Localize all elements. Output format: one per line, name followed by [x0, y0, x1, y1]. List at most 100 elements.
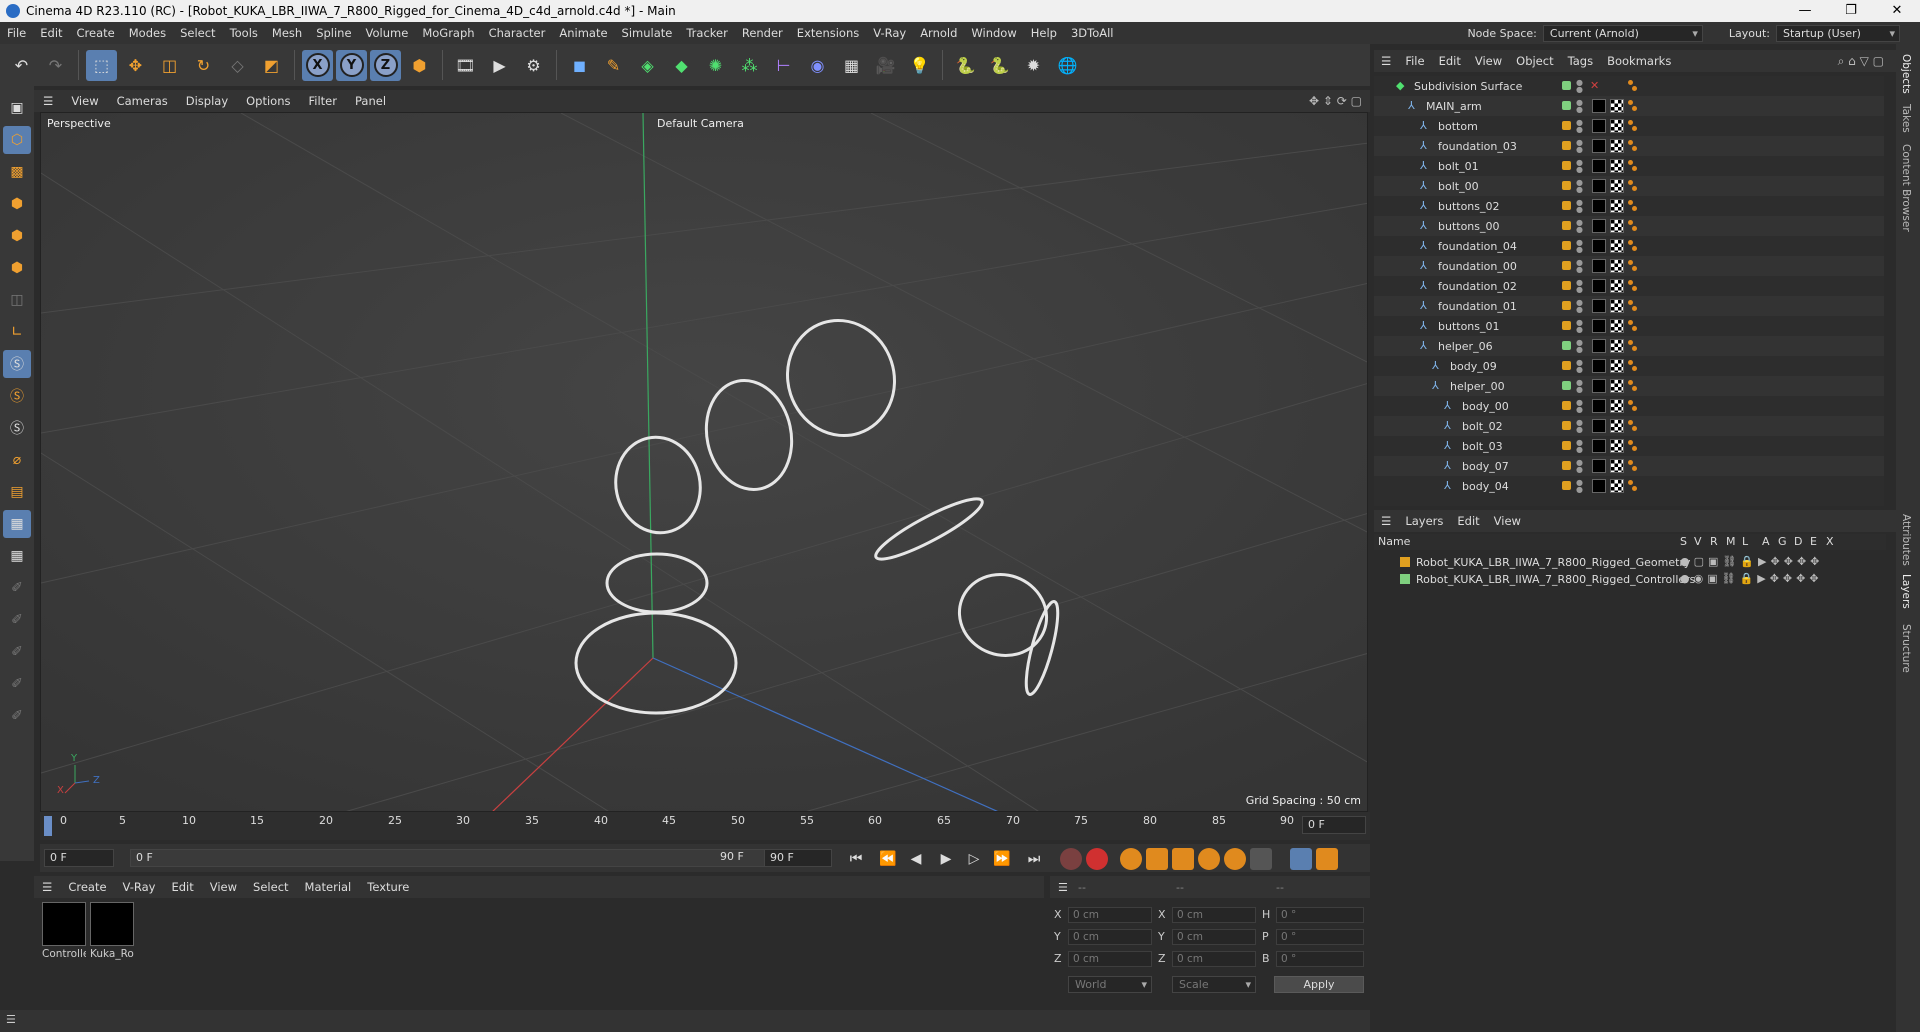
object-menu-tags[interactable]: Tags [1561, 54, 1600, 68]
uvw-tag-icon[interactable] [1610, 339, 1624, 353]
size-mode-dropdown[interactable]: Scale [1172, 976, 1256, 993]
paint-icon[interactable]: ✐ [3, 574, 31, 602]
menu-simulate[interactable]: Simulate [615, 26, 680, 40]
object-row[interactable]: ⅄ bolt_00 ● ● [1374, 176, 1884, 196]
playhead[interactable] [44, 816, 52, 836]
visibility-dots-icon[interactable]: ● ● [1576, 319, 1583, 334]
material-tag-icon[interactable] [1592, 379, 1606, 393]
field-icon[interactable]: ◉ [802, 50, 833, 81]
layers-hamburger-icon[interactable]: ☰ [1374, 514, 1398, 528]
layers-menu-view[interactable]: View [1487, 514, 1528, 528]
layer-toggle-icons[interactable]: ●▢▣⛓🔒▶✥✥✥✥ [1680, 555, 1823, 568]
menu-mograph[interactable]: MoGraph [415, 26, 481, 40]
layout-dropdown[interactable]: Startup (User) [1776, 24, 1900, 42]
magnet-icon[interactable]: ⌀ [3, 446, 31, 474]
rot-p-field[interactable]: 0 ° [1276, 929, 1364, 945]
layers-menu-edit[interactable]: Edit [1450, 514, 1486, 528]
uvw-tag-icon[interactable] [1610, 399, 1624, 413]
object-menu-object[interactable]: Object [1509, 54, 1560, 68]
object-toolbar-icons[interactable]: ⌕ ⌂ ▽ ▢ [1838, 54, 1884, 69]
layer-row[interactable]: Robot_KUKA_LBR_IIWA_7_R800_Rigged_Contro… [1374, 571, 1886, 588]
size-z-field[interactable]: 0 cm [1172, 951, 1256, 967]
select-tool-icon[interactable]: ⬚ [86, 49, 117, 81]
uvw-tag-icon[interactable] [1610, 299, 1624, 313]
viewport-menu-cameras[interactable]: Cameras [108, 94, 177, 108]
pos-z-field[interactable]: 0 cm [1068, 951, 1152, 967]
visibility-dots-icon[interactable]: ● ● [1576, 99, 1583, 114]
minimize-button[interactable]: — [1782, 0, 1828, 22]
uvw-tag-icon[interactable] [1610, 159, 1624, 173]
visibility-dots-icon[interactable]: ● ● [1576, 119, 1583, 134]
layer-color-tag[interactable] [1562, 181, 1571, 190]
next-frame-icon[interactable]: ▷ [964, 849, 984, 869]
enable-toggle-icon[interactable]: ✕ [1590, 79, 1599, 92]
material-tag-icon[interactable] [1592, 419, 1606, 433]
layer-toggle-icons[interactable]: ●◉▣⛓🔒▶✥✥✥✥ [1680, 572, 1823, 585]
material-tag-icon[interactable] [1592, 399, 1606, 413]
layer-color-tag[interactable] [1562, 221, 1571, 230]
end-frame-field[interactable]: 90 F [764, 849, 832, 867]
uvw-tag-icon[interactable] [1610, 279, 1624, 293]
status-hamburger-icon[interactable]: ☰ [6, 1013, 16, 1026]
viewport-menu-display[interactable]: Display [177, 94, 237, 108]
material-menu-create[interactable]: Create [60, 880, 114, 894]
layer-color-tag[interactable] [1562, 401, 1571, 410]
menu-extensions[interactable]: Extensions [790, 26, 866, 40]
timeline-ruler[interactable]: 0 5 10 15 20 25 30 35 40 45 50 55 60 65 … [40, 812, 1370, 840]
material-tag-icon[interactable] [1592, 119, 1606, 133]
menu-render[interactable]: Render [735, 26, 790, 40]
extrude-icon[interactable]: ◆ [666, 50, 697, 81]
visibility-dots-icon[interactable]: ● ● [1576, 259, 1583, 274]
menu-window[interactable]: Window [964, 26, 1023, 40]
go-to-start-icon[interactable]: ⏮ [846, 849, 866, 869]
layer-color-tag[interactable] [1562, 321, 1571, 330]
layer-row[interactable]: Robot_KUKA_LBR_IIWA_7_R800_Rigged_Geomet… [1374, 554, 1886, 571]
visibility-dots-icon[interactable]: ● ● [1576, 299, 1583, 314]
visibility-dots-icon[interactable]: ● ● [1576, 79, 1583, 94]
quantize-icon[interactable]: Ⓢ [3, 414, 31, 442]
rotate-tool-icon[interactable]: ↻ [188, 50, 219, 81]
visibility-dots-icon[interactable]: ● ● [1576, 379, 1583, 394]
pos-y-field[interactable]: 0 cm [1068, 929, 1152, 945]
coord-hamburger-icon[interactable]: ☰ [1050, 881, 1076, 894]
key-rotation-icon[interactable] [1198, 848, 1220, 870]
layer-color-tag[interactable] [1562, 441, 1571, 450]
object-row[interactable]: ⅄ buttons_02 ● ● [1374, 196, 1884, 216]
visibility-dots-icon[interactable]: ● ● [1576, 419, 1583, 434]
object-row[interactable]: ⅄ bolt_01 ● ● [1374, 156, 1884, 176]
menu-help[interactable]: Help [1024, 26, 1064, 40]
snap-settings-icon[interactable]: Ⓢ [3, 382, 31, 410]
visibility-dots-icon[interactable]: ● ● [1576, 159, 1583, 174]
object-row[interactable]: ⅄ bolt_02 ● ● [1374, 416, 1884, 436]
layers-menu-layers[interactable]: Layers [1398, 514, 1450, 528]
y-axis-lock-icon[interactable]: Y [336, 49, 367, 81]
layer-color-tag[interactable] [1562, 361, 1571, 370]
material-tag-icon[interactable] [1592, 199, 1606, 213]
tab-attributes[interactable]: Attributes [1900, 514, 1912, 566]
size-x-field[interactable]: 0 cm [1172, 907, 1256, 923]
layer-color-tag[interactable] [1562, 201, 1571, 210]
menu-3dtoall[interactable]: 3DToAll [1064, 26, 1121, 40]
menu-character[interactable]: Character [482, 26, 553, 40]
next-key-icon[interactable]: ⏩ [992, 849, 1012, 869]
rot-h-field[interactable]: 0 ° [1276, 907, 1364, 923]
menu-tools[interactable]: Tools [223, 26, 265, 40]
workplane-icon[interactable]: ▤ [3, 478, 31, 506]
material-item[interactable]: Controlle [42, 902, 86, 960]
layer-color-swatch[interactable] [1400, 557, 1410, 567]
viewport-menu-panel[interactable]: Panel [346, 94, 395, 108]
layer-color-tag[interactable] [1562, 261, 1571, 270]
live-select-icon[interactable]: ◩ [256, 50, 287, 81]
object-row[interactable]: ⅄ buttons_01 ● ● [1374, 316, 1884, 336]
menu-vray[interactable]: V-Ray [866, 26, 913, 40]
uvw-tag-icon[interactable] [1610, 419, 1624, 433]
menu-arnold[interactable]: Arnold [913, 26, 964, 40]
deformer-icon[interactable]: ⊢ [768, 50, 799, 81]
viewport-menu-filter[interactable]: Filter [300, 94, 346, 108]
node-space-dropdown[interactable]: Current (Arnold) [1542, 24, 1703, 42]
uvw-tag-icon[interactable] [1610, 139, 1624, 153]
visibility-dots-icon[interactable]: ● ● [1576, 179, 1583, 194]
weight-icon[interactable]: ✐ [3, 670, 31, 698]
material-menu-material[interactable]: Material [297, 880, 360, 894]
visibility-dots-icon[interactable]: ● ● [1576, 239, 1583, 254]
